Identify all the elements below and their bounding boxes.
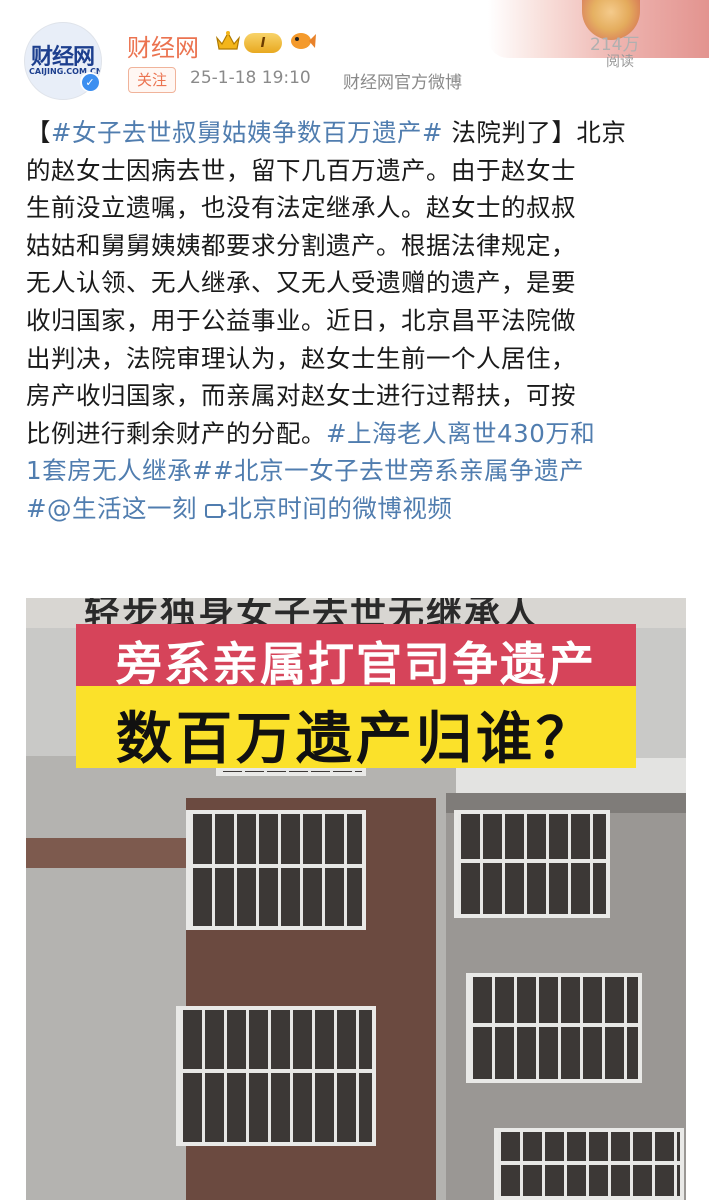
post-line-10: 1套房无人继承##北京一女子去世旁系亲属争遗产 <box>26 452 690 490</box>
video-link[interactable]: 北京时间的微博视频 <box>205 494 452 523</box>
crown-icon <box>216 31 240 50</box>
post-line-3: 生前没立遗嘱，也没有法定继承人。赵女士的叔叔 <box>26 193 576 223</box>
hashtag-link[interactable]: #上海老人离世430万和 <box>326 419 595 448</box>
video-thumbnail[interactable]: 轻步独身女子去世无继承人 旁系亲属打官司争遗产 数百万遗产归谁？ <box>26 598 686 1200</box>
fish-emoji-icon <box>291 33 316 49</box>
post-body: 【#女子去世叔舅姑姨争数百万遗产# 法院判了】北京 的赵女士因病去世，留下几百万… <box>26 114 690 528</box>
video-link-label: 北京时间的微博视频 <box>227 493 453 523</box>
read-label: 阅读 <box>606 54 634 70</box>
post-line-1: 【#女子去世叔舅姑姨争数百万遗产# 法院判了】北京 <box>26 114 690 152</box>
account-name[interactable]: 财经网 <box>127 28 199 63</box>
window-grille <box>454 810 610 918</box>
window-grille <box>494 1128 684 1200</box>
verified-badge-icon: ✓ <box>80 72 100 92</box>
window-grille <box>466 973 642 1083</box>
post-line-4: 姑姑和舅舅姨姨都要求分割遗产。根据法律规定， <box>26 230 576 260</box>
video-caption-2: 旁系亲属打官司争遗产 <box>116 637 596 691</box>
video-caption-3: 数百万遗产归谁？ <box>116 707 596 772</box>
video-building-strip <box>26 838 186 868</box>
window-grille <box>176 1006 376 1146</box>
post-line-9-text: 比例进行剩余财产的分配。 <box>26 418 326 448</box>
post-line-5: 无人认领、无人继承、又无人受遗赠的遗产，是要 <box>26 268 576 298</box>
post-line-9: 比例进行剩余财产的分配。#上海老人离世430万和 <box>26 415 690 453</box>
hashtag-link[interactable]: #女子去世叔舅姑姨争数百万遗产# <box>51 118 443 147</box>
hashtag-link[interactable]: 1套房无人继承# <box>26 456 213 485</box>
video-link-icon <box>205 503 228 518</box>
post-line-7: 出判决，法院审理认为，赵女士生前一个人居住， <box>26 343 576 373</box>
follow-button[interactable]: 关注 <box>128 67 177 93</box>
hashtag-link[interactable]: #北京一女子去世旁系亲属争遗产 <box>213 456 584 485</box>
bracket-open: 【 <box>26 118 51 147</box>
hashtag-link[interactable]: #@生活这一刻 <box>26 494 197 523</box>
post-header: 214万 阅读 财经网 CAIJING.COM.CN ✓ 财经网 Ⅰ 关注 25… <box>0 0 709 110</box>
post-line-11: #@生活这一刻 北京时间的微博视频 <box>26 490 690 528</box>
post-line-8: 房产收归国家，而亲属对赵女士进行过帮扶，可按 <box>26 381 576 411</box>
post-title-text: 法院判了】北京 <box>443 118 627 147</box>
post-source: 财经网官方微博 <box>343 73 462 93</box>
post-line-2: 的赵女士因病去世，留下几百万遗产。由于赵女士 <box>26 155 576 185</box>
post-time: 25-1-18 19:10 <box>190 68 311 88</box>
post-line-6: 收归国家，用于公益事业。近日，北京昌平法院做 <box>26 305 576 335</box>
level-badge: Ⅰ <box>244 33 282 53</box>
window-grille <box>186 810 366 930</box>
